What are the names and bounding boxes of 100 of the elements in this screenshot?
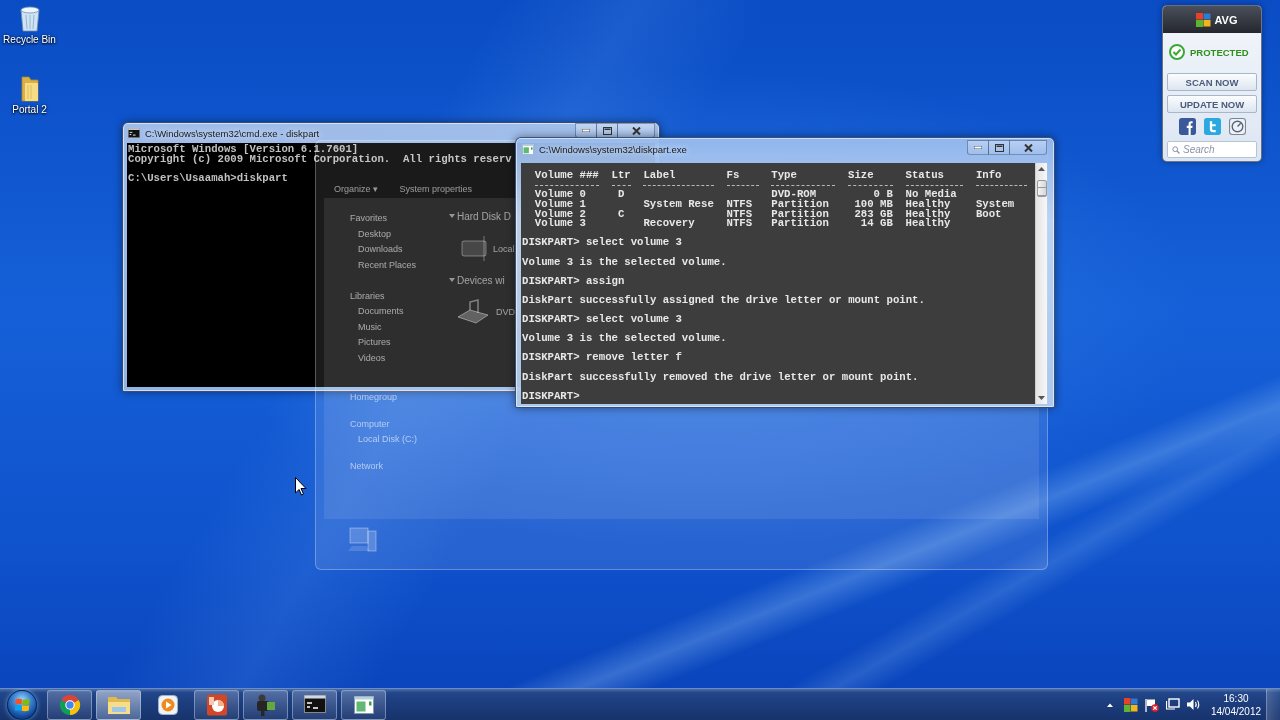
flag-logo-icon: [14, 697, 30, 712]
flag-icon[interactable]: [1145, 697, 1159, 712]
sidebar-item: Pictures: [358, 336, 391, 349]
arrow-down-icon[interactable]: [1038, 396, 1045, 400]
table-cell: System Rese: [643, 199, 714, 210]
taskbar-button[interactable]: [194, 689, 239, 720]
table-cell: 14 GB: [860, 219, 893, 229]
toolbar-item: Organize ▾: [334, 184, 378, 194]
maximize-icon: [602, 126, 612, 135]
toolbar-item: System properties: [399, 184, 473, 194]
group-heading: Devices wi: [457, 274, 505, 286]
column-header: Volume ###: [534, 171, 599, 181]
sidebar-item: Homegroup: [350, 391, 398, 404]
taskbar-button[interactable]: [341, 689, 386, 720]
console-line: DISKPART>: [522, 391, 580, 402]
group-heading: Hard Disk D: [457, 210, 511, 222]
table-cell: 100 MB: [854, 199, 893, 210]
table-cell: NTFS: [726, 199, 753, 210]
column-header: Fs: [726, 171, 740, 181]
console-line: Copyright (c) 2009 Microsoft Corporation. All rights reserv: [128, 154, 512, 165]
desktop-icon-label[interactable]: Portal 2: [12, 104, 47, 116]
show-desktop-button[interactable]: [1266, 689, 1280, 720]
console-line: DISKPART> select volume 3: [522, 315, 682, 325]
sidebar-item: Videos: [358, 351, 386, 365]
table-cell: 283 GB: [854, 209, 893, 220]
table-cell: Boot: [975, 209, 1002, 220]
drive-label: DVD: [496, 307, 515, 317]
close-icon: [631, 126, 641, 135]
triangle-icon: [449, 213, 455, 219]
twitter-icon[interactable]: [1203, 117, 1221, 135]
minimize-icon: [974, 146, 982, 149]
gauge-icon[interactable]: [1228, 117, 1246, 135]
colored-tiles-icon[interactable]: [1124, 697, 1138, 712]
sidebar-item: Desktop: [358, 227, 392, 241]
taskbar-button[interactable]: [243, 689, 288, 720]
sidebar-item: Computer: [350, 417, 390, 431]
taskbar-button[interactable]: [47, 689, 92, 720]
table-cell: Healthy: [905, 219, 951, 229]
minimize-icon: [582, 129, 590, 132]
sidebar-item: Downloads: [358, 243, 403, 256]
desktop-icon-label[interactable]: Recycle Bin: [3, 34, 56, 46]
recycle-bin-icon[interactable]: [18, 5, 41, 32]
terminal-icon: [128, 128, 140, 138]
table-cell: D: [617, 190, 625, 200]
search-icon: [1172, 145, 1180, 154]
window-title: C:\Windows\system32\cmd.exe - diskpart: [145, 127, 320, 139]
folder-icon[interactable]: [19, 76, 40, 102]
console-line: DISKPART> select volume 3: [522, 238, 682, 248]
monitor-icon[interactable]: [1166, 698, 1180, 711]
sidebar-item: Network: [350, 459, 383, 473]
scrollbar-thumb[interactable]: [1036, 180, 1047, 197]
table-cell: Volume 0: [534, 190, 586, 200]
speaker-icon[interactable]: [1187, 698, 1201, 711]
close-button[interactable]: [1009, 140, 1047, 155]
sidebar-item: Music: [358, 320, 382, 334]
colored-tiles-icon: [1196, 12, 1212, 27]
column-header: Info: [975, 171, 1002, 181]
camcorder-icon: [254, 692, 277, 717]
table-cell: Healthy: [905, 199, 951, 210]
arrow-up-icon[interactable]: [1038, 167, 1045, 171]
window-icon: [353, 695, 374, 714]
table-cell: DVD-ROM: [771, 190, 817, 200]
cursor-icon: [295, 477, 307, 496]
gadget-button[interactable]: UPDATE NOW: [1167, 95, 1257, 113]
clock-time[interactable]: 16:30: [1223, 691, 1249, 705]
browser-icon: [58, 693, 81, 716]
table-cell: Volume 3: [534, 219, 586, 229]
table-cell: No Media: [905, 190, 957, 200]
column-header: Label: [643, 171, 676, 181]
table-cell: NTFS: [726, 219, 753, 229]
triangle-icon: [449, 277, 455, 283]
table-cell: 0 B: [873, 190, 893, 200]
console-line: C:\Users\Usaamah>diskpart: [128, 173, 288, 184]
table-cell: NTFS: [726, 209, 753, 220]
taskbar-button[interactable]: [292, 689, 337, 720]
disc-drive-icon: [456, 297, 490, 327]
table-cell: Recovery: [643, 219, 695, 229]
column-header: Size: [848, 171, 874, 181]
terminal-icon: [303, 695, 326, 714]
slides-icon: [205, 693, 228, 716]
console-line: DISKPART> assign: [522, 276, 625, 287]
search-field[interactable]: Search: [1167, 141, 1257, 158]
column-header: Ltr: [611, 171, 631, 181]
table-cell: Healthy: [905, 209, 951, 220]
window-icon: [522, 143, 534, 155]
console-line: DISKPART> remove letter f: [522, 353, 682, 364]
folder-icon: [106, 694, 131, 715]
table-cell: System: [975, 199, 1015, 210]
table-cell: C: [617, 209, 625, 220]
facebook-icon[interactable]: [1178, 117, 1196, 135]
maximize-button[interactable]: [988, 140, 1010, 155]
column-header: Type: [771, 171, 797, 181]
check-circle-icon: [1169, 44, 1185, 60]
clock-date[interactable]: 14/04/2012: [1210, 704, 1262, 718]
start-button[interactable]: [7, 689, 37, 720]
scrollbar[interactable]: [1035, 163, 1047, 404]
sidebar-item: Favorites: [350, 212, 387, 225]
protection-status: PROTECTED: [1190, 46, 1249, 58]
table-cell: Volume 1: [534, 199, 586, 210]
gadget-button[interactable]: SCAN NOW: [1167, 73, 1257, 91]
